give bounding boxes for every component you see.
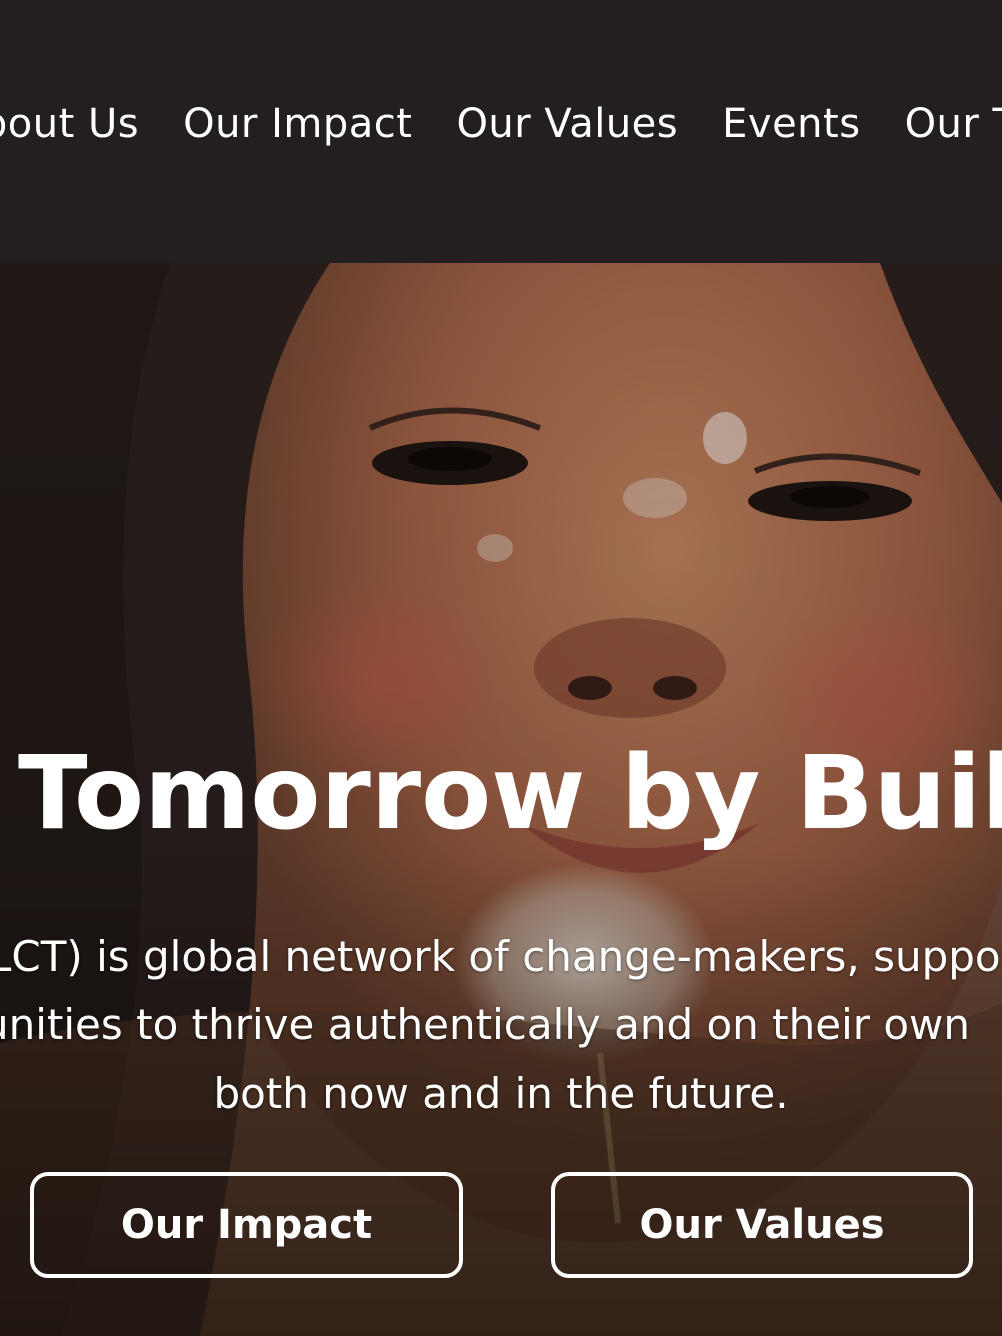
- our-impact-button[interactable]: Our Impact: [30, 1172, 463, 1278]
- nav-item-about-us[interactable]: About Us: [0, 96, 139, 152]
- hero-headline: Tomorrow by Buil: [18, 734, 1002, 853]
- hero-section: Tomorrow by Buil LCT) is global network …: [0, 263, 1002, 1336]
- hero-description-line-1: LCT) is global network of change-makers,…: [0, 932, 1001, 981]
- nav-menu: About Us Our Impact Our Values Events Ou…: [0, 96, 1002, 152]
- nav-item-our-values[interactable]: Our Values: [456, 96, 678, 152]
- our-values-button[interactable]: Our Values: [551, 1172, 973, 1278]
- nav-item-our-team[interactable]: Our Team: [905, 96, 1002, 152]
- hero-description-line-2: unities to thrive authentically and on t…: [0, 1000, 971, 1049]
- nav-item-events[interactable]: Events: [722, 96, 860, 152]
- hero-description-line-3: both now and in the future.: [213, 1069, 789, 1118]
- nav-item-our-impact[interactable]: Our Impact: [183, 96, 412, 152]
- top-navigation: About Us Our Impact Our Values Events Ou…: [0, 0, 1002, 263]
